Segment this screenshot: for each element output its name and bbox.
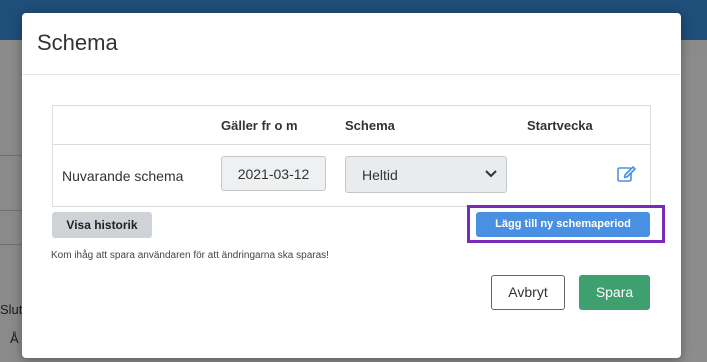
show-history-button[interactable]: Visa historik	[52, 212, 152, 238]
column-header-start-week: Startvecka	[527, 118, 593, 133]
valid-from-date-field[interactable]: 2021-03-12	[221, 156, 326, 191]
modal-title: Schema	[37, 30, 118, 55]
schedule-table: Gäller fr o m Schema Startvecka Nuvarand…	[52, 105, 651, 207]
add-schedule-period-button[interactable]: Lägg till ny schemaperiod	[476, 212, 650, 237]
chevron-down-icon	[485, 170, 497, 178]
current-schedule-label: Nuvarande schema	[62, 168, 184, 184]
modal-header: Schema	[22, 13, 681, 75]
background-divider	[0, 244, 24, 245]
schedule-select[interactable]: Heltid	[345, 156, 507, 193]
column-header-valid-from: Gäller fr o m	[221, 118, 298, 133]
background-divider	[0, 210, 24, 211]
background-divider	[0, 155, 24, 156]
save-reminder-text: Kom ihåg att spara användaren för att än…	[51, 250, 329, 261]
background-label: Slut	[0, 302, 23, 317]
column-header-schedule: Schema	[345, 118, 395, 133]
background-label: Å	[10, 331, 19, 346]
schedule-select-value: Heltid	[362, 167, 398, 183]
cancel-button[interactable]: Avbryt	[491, 275, 565, 310]
save-button[interactable]: Spara	[579, 275, 650, 310]
table-header-row: Gäller fr o m Schema Startvecka	[53, 106, 650, 145]
schedule-modal: Schema Gäller fr o m Schema Startvecka N…	[22, 13, 681, 358]
app-right-panel	[681, 55, 707, 362]
edit-icon[interactable]	[616, 164, 636, 184]
